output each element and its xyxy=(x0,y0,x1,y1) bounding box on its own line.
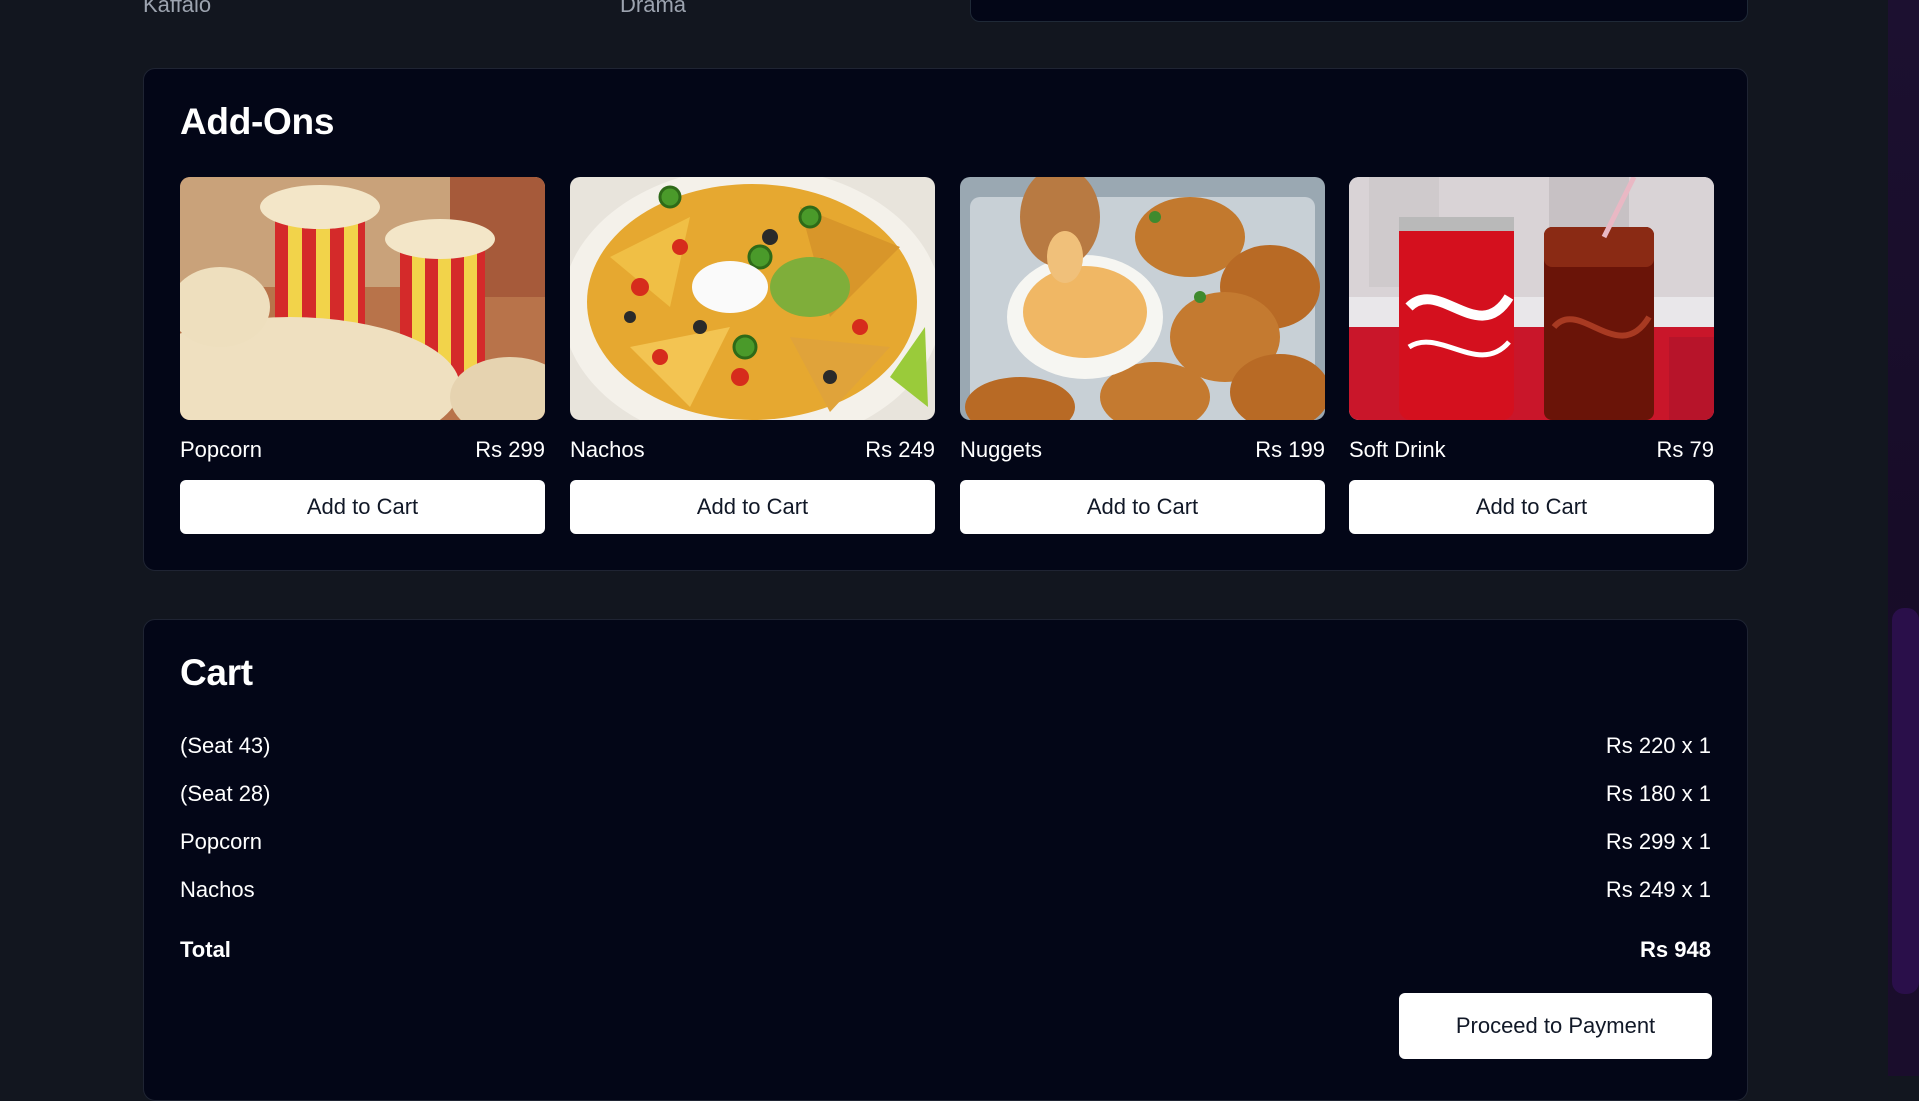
cart-line-amount: Rs 220 x 1 xyxy=(1605,733,1711,758)
addon-price: Rs 199 xyxy=(1255,437,1325,462)
addons-section: Add-Ons Popcorn Rs 299 Add to Cart Nacho… xyxy=(143,68,1748,571)
previous-section-panel xyxy=(970,0,1748,22)
addon-name: Nachos xyxy=(570,437,645,462)
movie-meta-left: Kaffalo xyxy=(143,0,212,17)
popcorn-image xyxy=(180,177,545,420)
nachos-image xyxy=(570,177,935,420)
add-soft-drink-button[interactable]: Add to Cart xyxy=(1349,480,1714,534)
scrollbar-thumb[interactable] xyxy=(1892,608,1919,994)
nuggets-image xyxy=(960,177,1325,420)
cart-line-amount: Rs 180 x 1 xyxy=(1605,781,1711,806)
cart-line-label: Nachos xyxy=(180,877,255,902)
add-nuggets-button[interactable]: Add to Cart xyxy=(960,480,1325,534)
addon-item-popcorn: Popcorn Rs 299 Add to Cart xyxy=(180,177,545,534)
addon-item-nachos: Nachos Rs 249 Add to Cart xyxy=(570,177,935,534)
add-nachos-button[interactable]: Add to Cart xyxy=(570,480,935,534)
proceed-to-payment-button[interactable]: Proceed to Payment xyxy=(1399,993,1712,1059)
addon-price: Rs 79 xyxy=(1656,437,1714,462)
addon-price: Rs 249 xyxy=(865,437,935,462)
cart-line-item: (Seat 28) Rs 180 x 1 xyxy=(180,781,1711,807)
addon-name: Nuggets xyxy=(960,437,1042,462)
soft-drink-image xyxy=(1349,177,1714,420)
cart-line-label: (Seat 43) xyxy=(180,733,271,758)
cart-section: Cart (Seat 43) Rs 220 x 1 (Seat 28) Rs 1… xyxy=(143,619,1748,1101)
cart-line-label: Popcorn xyxy=(180,829,262,854)
addon-name: Soft Drink xyxy=(1349,437,1446,462)
cart-line-item: Nachos Rs 249 x 1 xyxy=(180,877,1711,903)
addon-item-soft-drink: Soft Drink Rs 79 Add to Cart xyxy=(1349,177,1714,534)
cart-line-label: (Seat 28) xyxy=(180,781,271,806)
movie-meta-genre: Drama xyxy=(620,0,687,17)
cart-total-row: Total Rs 948 xyxy=(180,937,1711,963)
add-popcorn-button[interactable]: Add to Cart xyxy=(180,480,545,534)
addon-price: Rs 299 xyxy=(475,437,545,462)
cart-line-item: (Seat 43) Rs 220 x 1 xyxy=(180,733,1711,759)
addons-title: Add-Ons xyxy=(180,101,335,142)
cart-line-amount: Rs 249 x 1 xyxy=(1605,877,1711,902)
addon-item-nuggets: Nuggets Rs 199 Add to Cart xyxy=(960,177,1325,534)
addon-name: Popcorn xyxy=(180,437,262,462)
cart-total-amount: Rs 948 xyxy=(1640,937,1711,962)
cart-total-label: Total xyxy=(180,937,231,962)
cart-title: Cart xyxy=(180,652,253,693)
cart-line-item: Popcorn Rs 299 x 1 xyxy=(180,829,1711,855)
cart-line-amount: Rs 299 x 1 xyxy=(1605,829,1711,854)
